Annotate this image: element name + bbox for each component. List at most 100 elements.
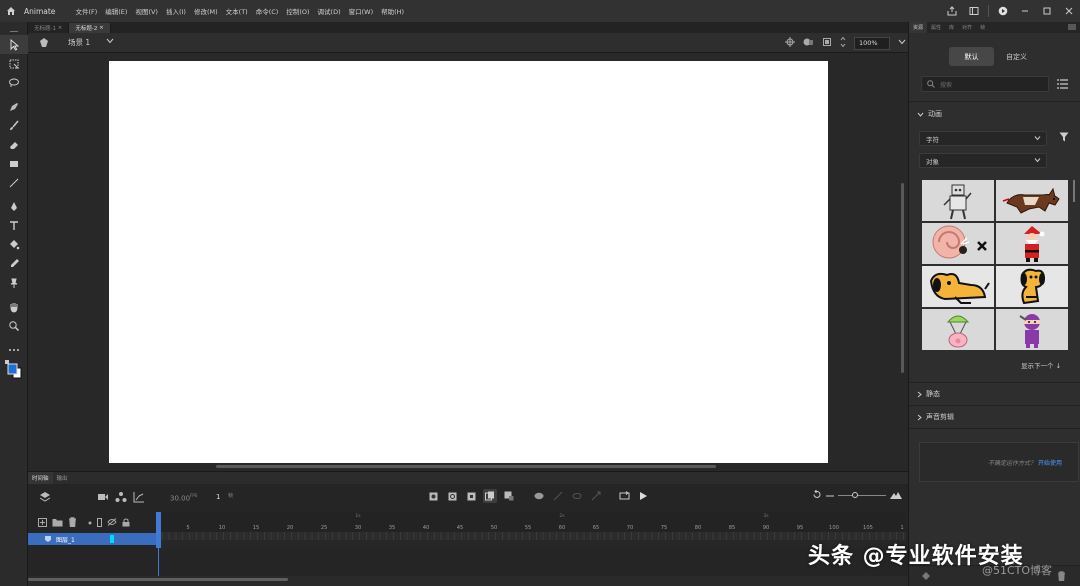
lasso-tool-icon[interactable]: [0, 73, 28, 92]
category-dropdown[interactable]: 字符: [919, 131, 1047, 146]
section-sound-clips[interactable]: 声音剪辑: [917, 412, 954, 422]
layer-color-swatch[interactable]: [110, 535, 114, 543]
default-assets-button[interactable]: 默认: [949, 47, 994, 66]
onion-skin-icon[interactable]: [483, 489, 497, 503]
zoom-in-mountains-icon[interactable]: [890, 491, 902, 501]
brush-tool-icon[interactable]: [0, 116, 28, 135]
asset-thumb-snail[interactable]: [922, 223, 994, 264]
zoom-dropdown-icon[interactable]: [898, 39, 906, 47]
custom-assets-button[interactable]: 自定义: [994, 47, 1039, 66]
scene-label[interactable]: 场景 1: [68, 37, 90, 48]
color-swatches-icon[interactable]: [0, 359, 28, 383]
menu-control[interactable]: 控制(O): [286, 6, 309, 16]
publish-settings-icon[interactable]: [963, 0, 985, 22]
tab-properties[interactable]: 属性: [927, 22, 945, 33]
assets-search-input[interactable]: 搜索: [921, 76, 1049, 92]
stage-canvas[interactable]: [109, 61, 828, 463]
asset-thumb-robot[interactable]: [922, 180, 994, 221]
paint-bucket-tool-icon[interactable]: [0, 235, 28, 254]
insert-keyframe-icon[interactable]: [426, 489, 440, 503]
zoom-out-icon[interactable]: [826, 492, 834, 500]
asset-thumb-ninja[interactable]: [996, 309, 1068, 350]
section-static[interactable]: 静态: [917, 389, 940, 399]
delete-layer-icon[interactable]: [68, 517, 77, 529]
current-frame[interactable]: 1: [216, 493, 220, 501]
type-dropdown[interactable]: 对象: [919, 153, 1047, 168]
lock-icon[interactable]: [122, 518, 130, 529]
free-transform-tool-icon[interactable]: [0, 54, 28, 73]
layer-parenting-icon[interactable]: [114, 490, 128, 504]
hand-tool-icon[interactable]: [0, 297, 28, 316]
selection-tool-icon[interactable]: [0, 35, 28, 54]
home-icon[interactable]: [0, 0, 22, 22]
zoom-level-field[interactable]: 100%: [854, 36, 890, 50]
new-folder-icon[interactable]: [52, 518, 63, 529]
zoom-tool-icon[interactable]: [0, 316, 28, 335]
asset-thumb-dog-lying[interactable]: [922, 266, 994, 307]
share-icon[interactable]: [941, 0, 963, 22]
play-icon[interactable]: [636, 489, 650, 503]
frame-ruler[interactable]: 5 10 15 20 25 30 35 40 45 50 55 60 65 70 75 80 85 90 95 100…: [156, 512, 906, 532]
show-next-link[interactable]: 显示下一个 ↓: [1021, 360, 1061, 370]
menu-help[interactable]: 帮助(H): [381, 6, 404, 16]
asset-thumb-dog-sitting[interactable]: [996, 266, 1068, 307]
rectangle-tool-icon[interactable]: [0, 154, 28, 173]
zoom-slider-knob[interactable]: [852, 492, 858, 498]
menu-debug[interactable]: 调试(D): [318, 6, 341, 16]
tab-library[interactable]: 库: [945, 22, 958, 33]
menu-modify[interactable]: 修改(M): [194, 6, 218, 16]
shape-tween-icon[interactable]: [589, 489, 603, 503]
filter-icon[interactable]: [1059, 132, 1069, 144]
reset-zoom-icon[interactable]: [812, 489, 822, 501]
menu-commands[interactable]: 命令(C): [256, 6, 279, 16]
layer-name[interactable]: 图层_1: [56, 535, 75, 544]
motion-tween-icon[interactable]: [551, 489, 565, 503]
panel-grip-icon[interactable]: [0, 27, 28, 35]
camera-icon[interactable]: [96, 490, 110, 504]
panel-menu-icon[interactable]: [1068, 24, 1080, 32]
new-layer-icon[interactable]: [38, 517, 47, 529]
menu-insert[interactable]: 插入(I): [166, 6, 186, 16]
insert-blank-keyframe-icon[interactable]: [445, 489, 459, 503]
eraser-tool-icon[interactable]: [0, 135, 28, 154]
insert-frame-icon[interactable]: [464, 489, 478, 503]
doc-tab-1[interactable]: 无标题-1 ×: [28, 23, 70, 33]
pen-tool-icon[interactable]: [0, 97, 28, 116]
get-started-link[interactable]: 开始使用: [1038, 458, 1062, 467]
edit-multiple-frames-icon[interactable]: [502, 489, 516, 503]
visibility-icon[interactable]: [107, 518, 117, 528]
more-tools-icon[interactable]: [0, 340, 28, 359]
section-animation[interactable]: 动画: [917, 109, 942, 119]
tab-frame[interactable]: 帧: [976, 22, 989, 33]
pen-anchor-tool-icon[interactable]: [0, 197, 28, 216]
close-icon[interactable]: [1058, 0, 1080, 22]
timeline-zoom-slider[interactable]: [838, 492, 886, 498]
tab-output[interactable]: 输出: [53, 472, 72, 484]
line-tool-icon[interactable]: [0, 173, 28, 192]
test-movie-icon[interactable]: [992, 0, 1014, 22]
eyedropper-tool-icon[interactable]: [0, 254, 28, 273]
tab-timeline[interactable]: 时间轴: [28, 472, 53, 484]
stage-horizontal-scrollbar[interactable]: [216, 465, 716, 468]
minimize-icon[interactable]: [1014, 0, 1036, 22]
menu-edit[interactable]: 编辑(E): [105, 6, 127, 16]
fps-display[interactable]: 30.00FPS: [170, 493, 197, 502]
chevron-down-icon[interactable]: [106, 38, 114, 46]
stage-vertical-scrollbar[interactable]: [901, 183, 904, 373]
timeline-horizontal-scrollbar[interactable]: [28, 578, 288, 581]
center-stage-icon[interactable]: [785, 37, 795, 49]
import-asset-icon[interactable]: [921, 571, 931, 583]
maximize-icon[interactable]: [1036, 0, 1058, 22]
classic-tween-icon[interactable]: [570, 489, 584, 503]
zoom-stepper-icon[interactable]: [840, 36, 846, 50]
list-view-icon[interactable]: [1057, 79, 1068, 91]
layer-row[interactable]: 图层_1: [28, 533, 156, 545]
menu-view[interactable]: 视图(V): [135, 6, 158, 16]
menu-window[interactable]: 窗口(W): [349, 6, 374, 16]
layers-icon[interactable]: [38, 490, 52, 504]
doc-tab-2[interactable]: 无标题-2 ×: [69, 23, 111, 33]
assets-scrollbar[interactable]: [1073, 180, 1075, 202]
graph-icon[interactable]: [132, 490, 146, 504]
clip-stage-icon[interactable]: [822, 37, 832, 49]
frame-track-empty[interactable]: [156, 540, 906, 548]
